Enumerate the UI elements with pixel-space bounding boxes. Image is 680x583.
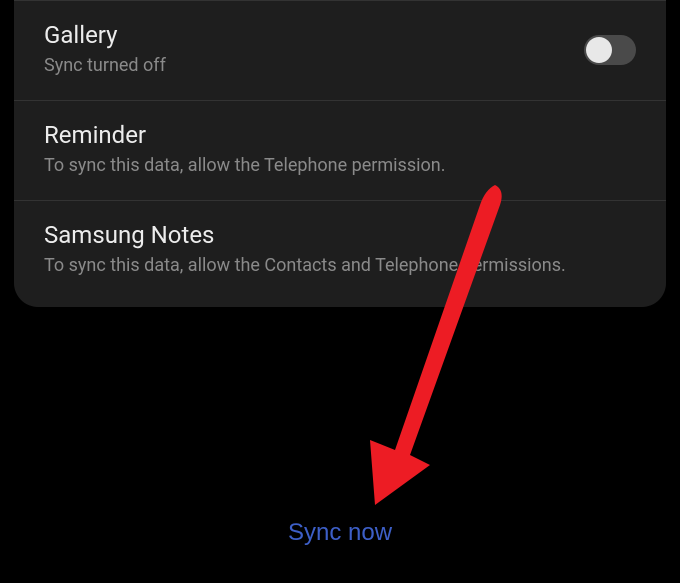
setting-item-gallery[interactable]: Gallery Sync turned off (14, 0, 666, 100)
setting-subtitle-samsung-notes: To sync this data, allow the Contacts an… (44, 253, 636, 278)
setting-text: Samsung Notes To sync this data, allow t… (44, 221, 636, 278)
sync-now-button[interactable]: Sync now (288, 519, 392, 547)
settings-panel: Gallery Sync turned off Reminder To sync… (14, 0, 666, 307)
setting-subtitle-gallery: Sync turned off (44, 53, 564, 78)
setting-title-reminder: Reminder (44, 121, 636, 149)
setting-text: Reminder To sync this data, allow the Te… (44, 121, 636, 178)
setting-subtitle-reminder: To sync this data, allow the Telephone p… (44, 153, 636, 178)
setting-text: Gallery Sync turned off (44, 21, 564, 78)
gallery-toggle[interactable] (584, 35, 636, 65)
setting-item-reminder[interactable]: Reminder To sync this data, allow the Te… (14, 100, 666, 200)
setting-item-samsung-notes[interactable]: Samsung Notes To sync this data, allow t… (14, 200, 666, 300)
setting-title-samsung-notes: Samsung Notes (44, 221, 636, 249)
setting-title-gallery: Gallery (44, 21, 564, 49)
toggle-knob (586, 37, 612, 63)
